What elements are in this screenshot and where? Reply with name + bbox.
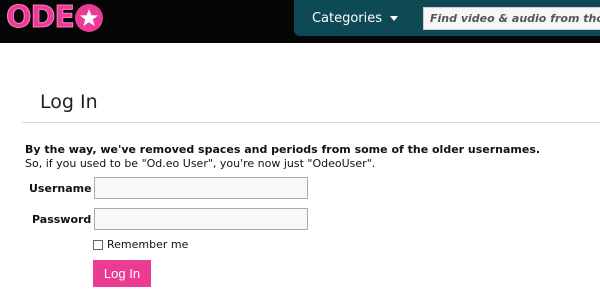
remember-me-checkbox[interactable] xyxy=(93,239,103,250)
login-button[interactable]: Log In xyxy=(93,260,151,287)
star-glyph xyxy=(79,9,98,26)
categories-dropdown[interactable]: Categories xyxy=(302,5,408,32)
username-field[interactable] xyxy=(94,177,308,199)
odeo-logo[interactable]: ODE xyxy=(6,0,103,35)
username-notice-example: So, if you used to be "Od.eo User", you'… xyxy=(25,157,376,170)
search-input[interactable] xyxy=(423,7,600,30)
username-notice: By the way, we've removed spaces and per… xyxy=(25,143,541,156)
star-icon xyxy=(74,4,103,32)
categories-label: Categories xyxy=(311,11,383,26)
password-label: Password xyxy=(32,213,92,226)
logo-text: ODE xyxy=(6,0,76,35)
chevron-down-icon xyxy=(390,16,399,21)
title-divider xyxy=(22,122,600,123)
username-label: Username xyxy=(29,182,92,195)
page-title: Log In xyxy=(40,91,98,113)
remember-me-row[interactable]: Remember me xyxy=(93,238,188,251)
password-field[interactable] xyxy=(94,208,308,230)
remember-me-label: Remember me xyxy=(107,238,189,251)
